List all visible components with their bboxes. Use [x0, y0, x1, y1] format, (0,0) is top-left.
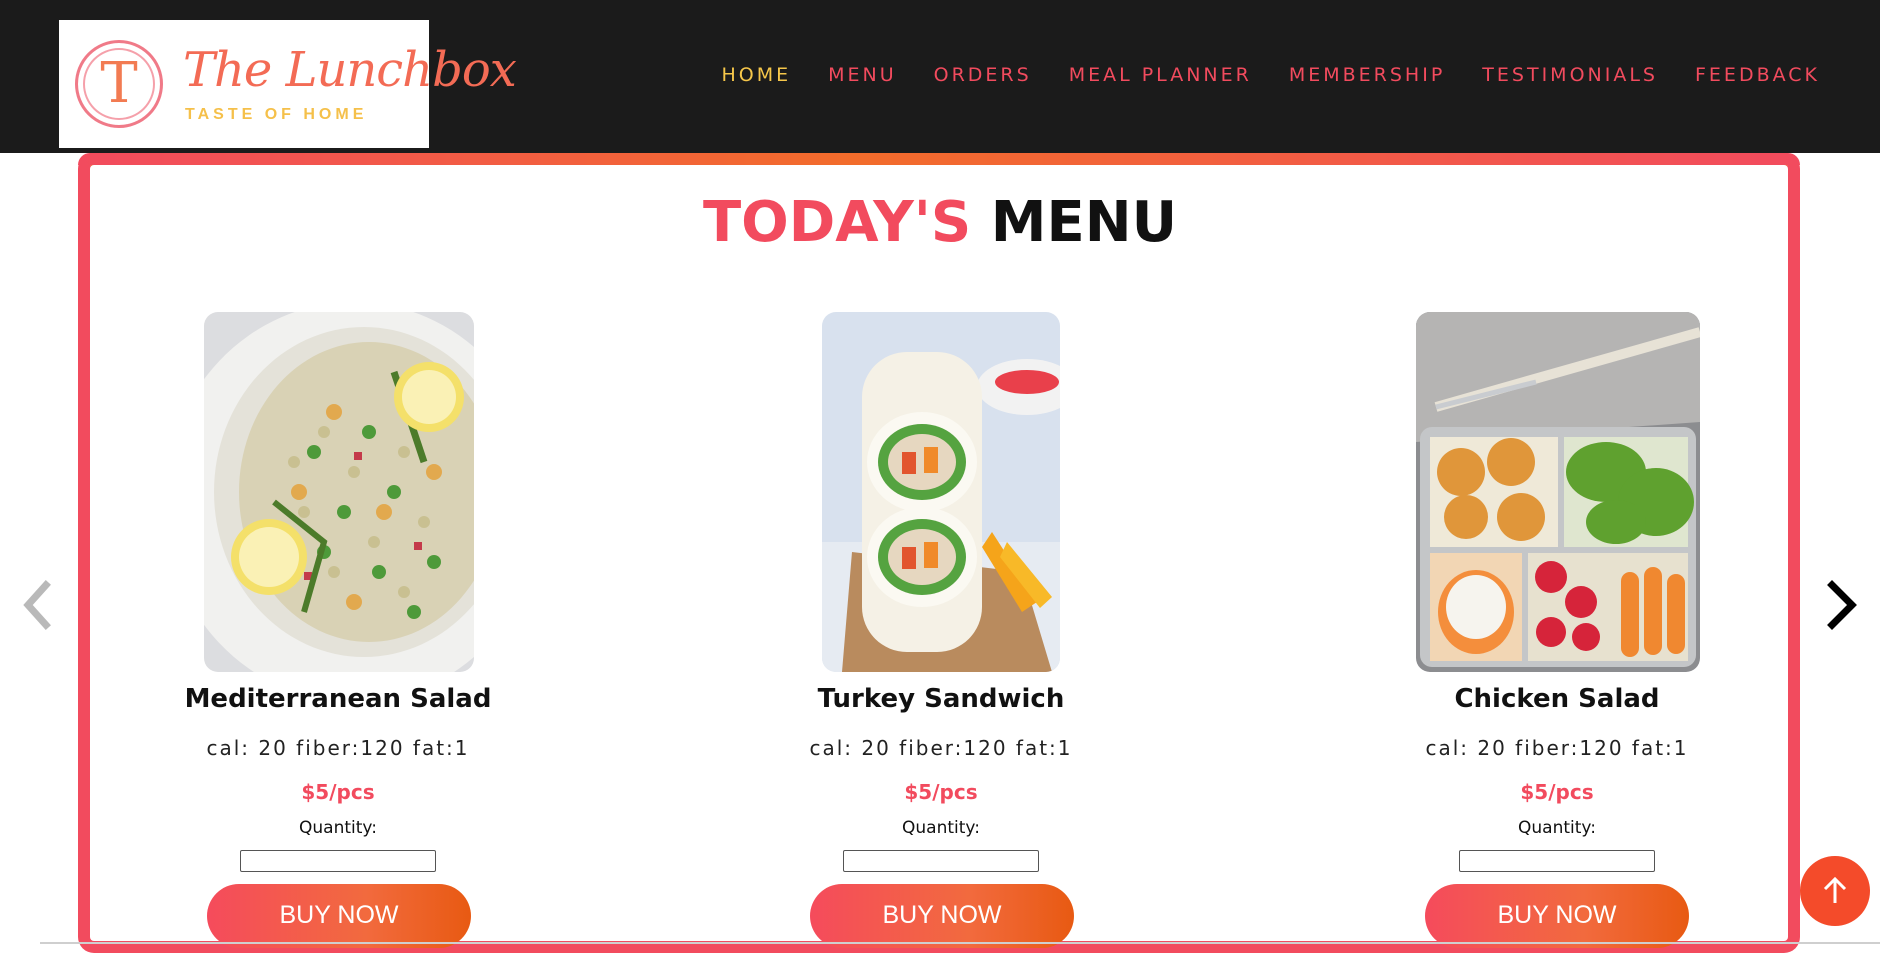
logo-name: The Lunchbox	[183, 42, 517, 98]
quantity-label: Quantity:	[1518, 818, 1596, 838]
menu-item-price: $5/pcs	[904, 780, 978, 804]
quantity-label: Quantity:	[902, 818, 980, 838]
menu-item-image-mediterranean-salad	[204, 312, 474, 672]
nav-item-membership[interactable]: MEMBERSHIP	[1289, 64, 1445, 86]
turkey-wrap-image	[822, 312, 1060, 672]
quantity-input[interactable]	[843, 850, 1039, 872]
menu-item-name: Chicken Salad	[1454, 684, 1660, 714]
chevron-left-icon	[23, 580, 51, 630]
logo-letter: T	[100, 51, 138, 116]
menu-frame-top-border	[78, 153, 1800, 165]
nav-item-orders[interactable]: ORDERS	[934, 64, 1032, 86]
buy-now-button[interactable]: BUY NOW	[1425, 884, 1689, 948]
quantity-input[interactable]	[1459, 850, 1655, 872]
logo[interactable]: T The Lunchbox TASTE OF HOME	[59, 20, 517, 148]
scroll-to-top-button[interactable]	[1800, 856, 1870, 926]
arrow-up-icon	[1823, 876, 1847, 903]
carousel-prev-button[interactable]	[18, 575, 58, 635]
menu-item-name: Mediterranean Salad	[184, 684, 492, 714]
logo-tagline: TASTE OF HOME	[185, 106, 368, 123]
buy-now-button[interactable]: BUY NOW	[207, 884, 471, 948]
quantity-label: Quantity:	[299, 818, 377, 838]
menu-item-image-turkey-sandwich	[822, 312, 1060, 672]
menu-item-nutrition: cal: 20 fiber:120 fat:1	[206, 736, 470, 760]
menu-item-nutrition: cal: 20 fiber:120 fat:1	[809, 736, 1073, 760]
menu-title: TODAY'S MENU	[0, 190, 1880, 255]
menu-title-rest: MENU	[990, 190, 1178, 255]
menu-title-highlight: TODAY'S	[702, 190, 972, 255]
menu-item-name: Turkey Sandwich	[817, 684, 1065, 714]
carousel-next-button[interactable]	[1822, 575, 1862, 635]
menu-item-image-chicken-salad	[1416, 312, 1700, 672]
nav-item-menu[interactable]: MENU	[828, 64, 897, 86]
nav-item-testimonials[interactable]: TESTIMONIALS	[1482, 64, 1658, 86]
chevron-right-icon	[1827, 580, 1857, 630]
buy-now-button[interactable]: BUY NOW	[810, 884, 1074, 948]
menu-item-price: $5/pcs	[1520, 780, 1594, 804]
quantity-input[interactable]	[240, 850, 436, 872]
nav-item-feedback[interactable]: FEEDBACK	[1695, 64, 1820, 86]
logo-emblem: T	[75, 40, 163, 128]
chicken-lunchbox-image	[1416, 312, 1700, 672]
main-nav: HOME MENU ORDERS MEAL PLANNER MEMBERSHIP…	[684, 64, 1820, 86]
nav-item-meal-planner[interactable]: MEAL PLANNER	[1069, 64, 1252, 86]
menu-item-nutrition: cal: 20 fiber:120 fat:1	[1425, 736, 1689, 760]
pasta-salad-image	[204, 312, 474, 672]
menu-item-price: $5/pcs	[301, 780, 375, 804]
site-header: T The Lunchbox TASTE OF HOME HOME MENU O…	[0, 0, 1880, 153]
nav-item-home[interactable]: HOME	[721, 64, 791, 86]
